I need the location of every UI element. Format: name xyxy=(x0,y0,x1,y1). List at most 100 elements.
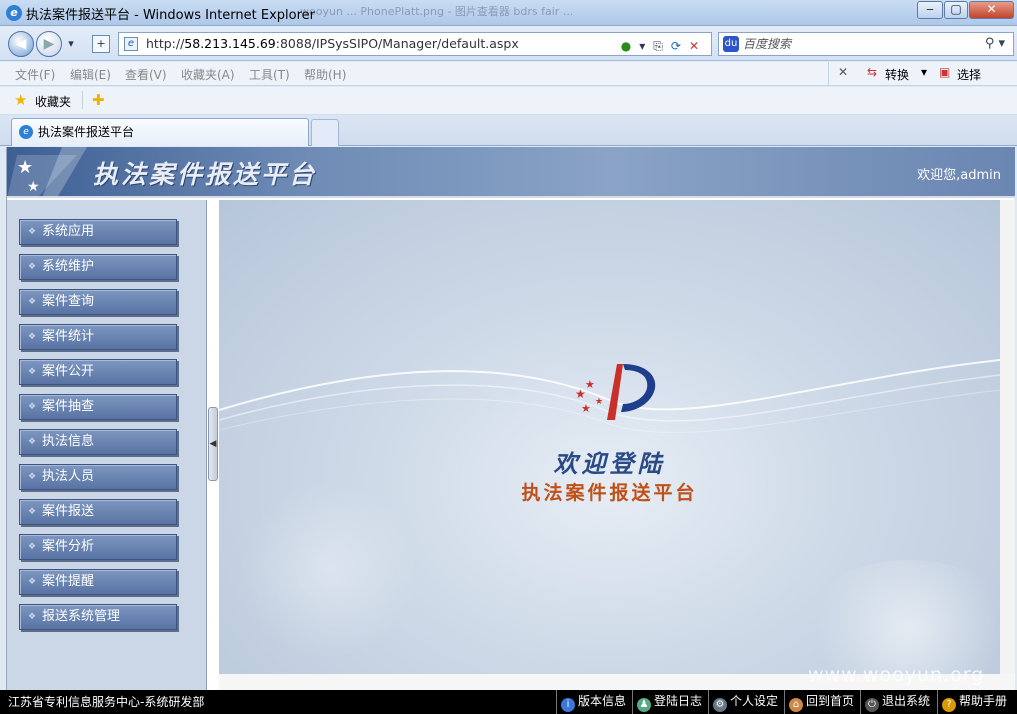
login-log-link[interactable]: ♟ 登陆日志 xyxy=(632,690,702,714)
menu-help[interactable]: 帮助(H) xyxy=(304,66,346,83)
sidebar-item-case-audit[interactable]: ❖ 案件抽查 xyxy=(19,394,177,420)
bullet-icon: ❖ xyxy=(28,402,37,412)
baidu-icon: du xyxy=(723,36,739,52)
bullet-icon: ❖ xyxy=(28,262,37,272)
logout-link[interactable]: ⏻ 退出系统 xyxy=(860,690,930,714)
compat-icon[interactable]: ● xyxy=(621,39,639,53)
status-item-label: 回到首页 xyxy=(806,694,855,708)
help-manual-link[interactable]: ? 帮助手册 xyxy=(937,690,1007,714)
search-placeholder: 百度搜索 xyxy=(743,37,792,51)
settings-icon: ⚙ xyxy=(713,698,727,712)
sidebar-item-system-apps[interactable]: ❖ 系统应用 xyxy=(19,219,177,245)
close-window-button[interactable]: ✕ xyxy=(969,1,1014,19)
bokeh-decoration xyxy=(799,560,1000,674)
home-icon: ⌂ xyxy=(789,698,803,712)
bullet-icon: ❖ xyxy=(28,507,37,517)
status-item-label: 帮助手册 xyxy=(959,694,1008,708)
sidebar-item-report-admin[interactable]: ❖ 报送系统管理 xyxy=(19,604,177,630)
window-titlebar: e 执法案件报送平台 - Windows Internet Explorer w… xyxy=(0,0,1017,26)
sidebar-item-case-public[interactable]: ❖ 案件公开 xyxy=(19,359,177,385)
bullet-icon: ❖ xyxy=(28,437,37,447)
sidebar-item-case-report[interactable]: ❖ 案件报送 xyxy=(19,499,177,525)
tab-title: 执法案件报送平台 xyxy=(38,125,135,139)
translate-dropdown-icon[interactable]: ▾ xyxy=(921,65,927,79)
minimize-button[interactable]: ‒ xyxy=(917,1,943,19)
bullet-icon: ❖ xyxy=(28,227,37,237)
add-tab-icon[interactable]: + xyxy=(92,35,110,53)
status-item-label: 退出系统 xyxy=(882,694,931,708)
url-dropdown-icon[interactable]: ▾ xyxy=(639,39,653,53)
sidebar-item-label: 执法信息 xyxy=(42,434,95,449)
menu-tools[interactable]: 工具(T) xyxy=(249,66,290,83)
footer-org-text: 江苏省专利信息服务中心-系统研发部 xyxy=(8,695,205,709)
back-button[interactable]: ◀ xyxy=(8,31,34,57)
address-toolbar: ◀ ▶ ▾ + e http://58.213.145.69:8088/IPSy… xyxy=(0,27,1017,61)
version-info-link[interactable]: i 版本信息 xyxy=(556,690,626,714)
tab-row: e 执法案件报送平台 xyxy=(0,115,1017,146)
refresh-icon[interactable]: ⟳ xyxy=(671,39,689,53)
menu-bar: 文件(F) 编辑(E) 查看(V) 收藏夹(A) 工具(T) 帮助(H) ✕ ⇆… xyxy=(0,62,1017,86)
sidebar-item-label: 案件提醒 xyxy=(42,574,95,589)
sidebar-item-case-analysis[interactable]: ❖ 案件分析 xyxy=(19,534,177,560)
search-input[interactable]: du 百度搜索 ⚲ ▾ xyxy=(718,32,1014,56)
menu-favorites[interactable]: 收藏夹(A) xyxy=(181,66,235,83)
address-actions: ●▾⎘⟳✕ xyxy=(621,35,707,57)
banner-star-logo-icon: ★ ★ xyxy=(7,147,87,196)
close-toolbar-icon[interactable]: ✕ xyxy=(838,65,848,79)
translate-icon: ⇆ xyxy=(867,65,878,79)
sidebar-item-case-query[interactable]: ❖ 案件查询 xyxy=(19,289,177,315)
watermark-text: www.wooyun.org xyxy=(808,664,985,686)
favorites-bar: ★ 收藏夹 ✚ xyxy=(0,87,1017,115)
svg-text:★: ★ xyxy=(595,397,603,407)
help-icon: ? xyxy=(942,698,956,712)
tab-favicon-icon: e xyxy=(19,125,33,139)
bullet-icon: ❖ xyxy=(28,297,37,307)
tab-current[interactable]: e 执法案件报送平台 xyxy=(11,118,309,146)
favorites-button[interactable]: 收藏夹 xyxy=(35,93,71,110)
bullet-icon: ❖ xyxy=(28,612,37,622)
right-margin xyxy=(1000,200,1015,674)
url-prefix: http:// xyxy=(146,36,185,51)
bullet-icon: ❖ xyxy=(28,367,37,377)
welcome-title: 欢迎登陆 xyxy=(553,449,666,478)
sidebar-item-label: 案件查询 xyxy=(42,294,95,309)
menu-edit[interactable]: 编辑(E) xyxy=(70,66,111,83)
history-dropdown-icon[interactable]: ▾ xyxy=(64,35,78,53)
sidebar-item-system-maintenance[interactable]: ❖ 系统维护 xyxy=(19,254,177,280)
sidebar-item-enforcement-info[interactable]: ❖ 执法信息 xyxy=(19,429,177,455)
command-bar: ✕ ⇆ 转换 ▾ ▣ 选择 xyxy=(828,62,1017,86)
sidebar-item-label: 系统应用 xyxy=(42,224,95,239)
address-input[interactable]: e http://58.213.145.69:8088/IPSysSIPO/Ma… xyxy=(118,32,712,56)
search-icon[interactable]: ⚲ ▾ xyxy=(985,33,1005,55)
sidebar-item-case-statistics[interactable]: ❖ 案件统计 xyxy=(19,324,177,350)
stop-icon[interactable]: ✕ xyxy=(689,39,707,53)
translate-button[interactable]: 转换 xyxy=(885,66,909,83)
bullet-icon: ❖ xyxy=(28,472,37,482)
users-icon: ♟ xyxy=(637,698,651,712)
select-button[interactable]: 选择 xyxy=(957,66,981,83)
svg-text:★: ★ xyxy=(17,157,33,178)
menu-file[interactable]: 文件(F) xyxy=(15,66,55,83)
select-icon: ▣ xyxy=(939,65,951,79)
home-link[interactable]: ⌂ 回到首页 xyxy=(784,690,854,714)
compat-view-icon[interactable]: ⎘ xyxy=(653,39,671,53)
svg-text:★: ★ xyxy=(27,179,40,195)
personal-settings-link[interactable]: ⚙ 个人设定 xyxy=(708,690,778,714)
svg-text:★: ★ xyxy=(581,402,591,415)
add-favorite-icon[interactable]: ✚ xyxy=(92,91,105,109)
new-tab-button[interactable] xyxy=(311,119,339,146)
sidebar-collapse-handle[interactable]: ◀ xyxy=(208,407,218,481)
url-host: 58.213.145.69 xyxy=(184,36,276,51)
sidebar: ❖ 系统应用 ❖ 系统维护 ❖ 案件查询 ❖ 案件统计 ❖ 案件公开 ❖ 案件抽查 ❖ 执法信… xyxy=(7,200,207,690)
background-windows: wooyun ... PhonePlatt.png - 图片查看器 bdrs f… xyxy=(300,5,574,18)
sidebar-item-label: 案件公开 xyxy=(42,364,95,379)
sidebar-item-enforcement-staff[interactable]: ❖ 执法人员 xyxy=(19,464,177,490)
bokeh-decoration xyxy=(239,480,419,660)
menu-view[interactable]: 查看(V) xyxy=(125,66,167,83)
maximize-button[interactable]: ▢ xyxy=(944,1,968,19)
forward-button[interactable]: ▶ xyxy=(36,31,62,57)
ie-icon: e xyxy=(6,5,22,21)
sidebar-item-label: 执法人员 xyxy=(42,469,95,484)
sidebar-item-case-reminder[interactable]: ❖ 案件提醒 xyxy=(19,569,177,595)
banner-title: 执法案件报送平台 xyxy=(93,160,318,189)
